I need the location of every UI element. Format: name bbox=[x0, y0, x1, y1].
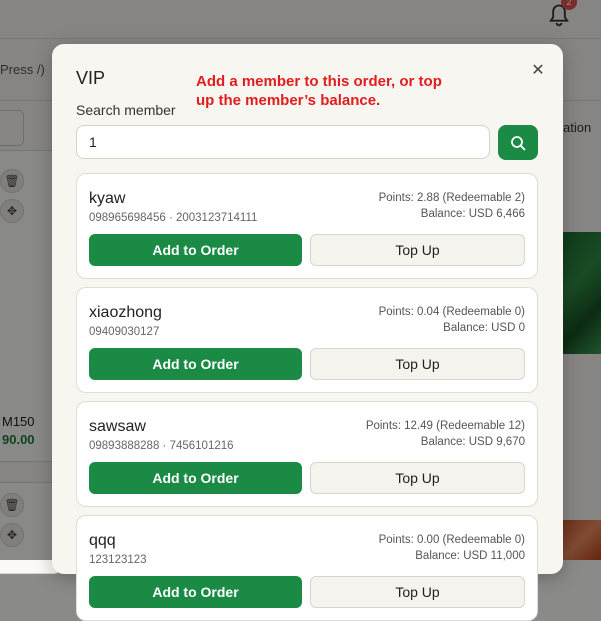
add-to-order-button[interactable]: Add to Order bbox=[89, 576, 302, 608]
top-up-button[interactable]: Top Up bbox=[310, 462, 525, 494]
member-name: xiaozhong bbox=[89, 304, 162, 321]
close-icon[interactable]: ✕ bbox=[527, 60, 549, 82]
member-card: sawsaw 09893888288 · 7456101216 Points: … bbox=[76, 401, 538, 507]
member-phones: 098965698456 · 2003123714111 bbox=[89, 212, 258, 224]
member-balance: Balance: USD 11,000 bbox=[415, 550, 525, 562]
member-card: kyaw 098965698456 · 2003123714111 Points… bbox=[76, 173, 538, 279]
member-card: qqq 123123123 Points: 0.00 (Redeemable 0… bbox=[76, 515, 538, 621]
modal-title: VIP bbox=[76, 68, 106, 88]
vip-modal: VIP Add a member to this order, or top u… bbox=[52, 44, 563, 621]
instruction-text: Add a member to this order, or top up th… bbox=[196, 73, 442, 109]
member-name: qqq bbox=[89, 532, 116, 549]
search-icon bbox=[511, 136, 526, 151]
member-balance: Balance: USD 0 bbox=[443, 322, 525, 334]
add-to-order-button[interactable]: Add to Order bbox=[89, 348, 302, 380]
member-name: kyaw bbox=[89, 190, 126, 207]
top-up-button[interactable]: Top Up bbox=[310, 576, 525, 608]
member-phones: 09893888288 · 7456101216 bbox=[89, 440, 234, 452]
search-label: Search member bbox=[76, 102, 176, 118]
member-balance: Balance: USD 6,466 bbox=[420, 208, 525, 220]
member-points: Points: 0.00 (Redeemable 0) bbox=[378, 534, 525, 546]
member-points: Points: 2.88 (Redeemable 2) bbox=[378, 192, 525, 204]
search-input[interactable] bbox=[76, 125, 490, 159]
member-name: sawsaw bbox=[89, 418, 146, 435]
search-button[interactable] bbox=[498, 125, 538, 160]
member-card: xiaozhong 09409030127 Points: 0.04 (Rede… bbox=[76, 287, 538, 393]
add-to-order-button[interactable]: Add to Order bbox=[89, 462, 302, 494]
member-points: Points: 12.49 (Redeemable 12) bbox=[365, 420, 525, 432]
member-balance: Balance: USD 9,670 bbox=[420, 436, 525, 448]
member-phones: 123123123 bbox=[89, 554, 147, 566]
add-to-order-button[interactable]: Add to Order bbox=[89, 234, 302, 266]
member-phones: 09409030127 bbox=[89, 326, 160, 338]
member-points: Points: 0.04 (Redeemable 0) bbox=[378, 306, 525, 318]
top-up-button[interactable]: Top Up bbox=[310, 348, 525, 380]
top-up-button[interactable]: Top Up bbox=[310, 234, 525, 266]
